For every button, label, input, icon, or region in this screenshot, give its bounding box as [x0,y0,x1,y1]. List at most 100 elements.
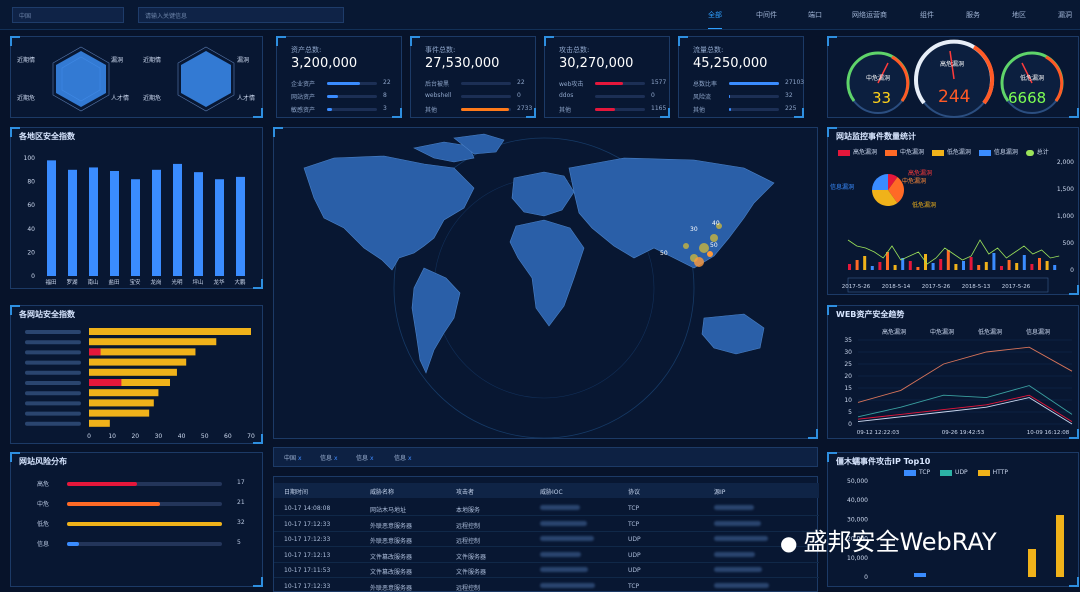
table-cell: 文件篡改服务器 [370,553,413,561]
table-header: 日期时间 威胁名称 攻击者 威胁IOC 协议 源IP [274,483,819,498]
stat-row-value: 225 [785,105,797,112]
bar [1000,266,1003,270]
radar-label: 近期情 [17,57,36,64]
risk-value: 5 [237,539,241,546]
x-tick-label: 40 [178,433,186,440]
y-tick-label: 100 [24,155,36,162]
x-tick-label: 30 [155,433,163,440]
bar [89,167,98,276]
y-tick-label: 1,500 [1057,186,1074,193]
bar [89,368,177,376]
site-name-redacted [25,350,81,355]
nav-all[interactable]: 全部 [708,10,722,29]
bar [1056,515,1064,577]
stat-row-value: 32 [785,92,793,99]
table-cell-redacted [540,551,581,559]
gauge-label: 中危漏洞 [866,75,891,82]
col-header: 日期时间 [284,489,309,496]
gauge-label: 低危漏洞 [1020,75,1045,82]
pie-label: 低危漏洞 [912,202,937,209]
nav-middleware[interactable]: 中间件 [756,10,777,20]
nav-port[interactable]: 端口 [808,10,822,20]
bar [878,262,882,270]
bar [110,170,119,276]
table-row[interactable]: 10-17 17:12:33 外联恶意服务器 远程控制 UDP [274,532,819,547]
gauge-value: 6668 [1008,89,1047,107]
tab-china[interactable]: 中国 x [284,453,302,462]
table-cell: UDP [628,536,641,543]
y-tick-label: 25 [844,361,852,368]
monitor-events-panel: 网站监控事件数量统计 高危漏洞 中危漏洞 低危漏洞 信息漏洞 总计 2,000 1… [827,127,1079,295]
stat-row-label: web攻击 [559,81,584,88]
stat-bar-track [595,95,645,98]
stat-bar-fill [729,95,730,98]
risk-label: 中危 [37,501,50,508]
stat-bar-fill [729,108,731,111]
bar [914,573,926,577]
table-row[interactable]: 10-17 17:12:13 文件篡改服务器 文件服务器 UDP [274,548,819,563]
bar [194,172,203,276]
stat-row-value: 22 [383,79,391,86]
bar [1028,549,1036,577]
table-row[interactable]: 10-17 17:11:53 文件篡改服务器 文件服务器 UDP [274,563,819,578]
nav-vuln[interactable]: 漏洞 [1058,10,1072,20]
attack-ip-top10-panel: 僵木蠕事件攻击IP Top10 TCP UDP HTTP 50,000 40,00… [827,452,1079,587]
nav-component[interactable]: 组件 [920,10,934,20]
col-header: 威胁名称 [370,489,395,496]
tab-info[interactable]: 信息 x [320,453,338,462]
bar [173,163,182,276]
bar [131,179,140,276]
site-name-redacted [25,381,81,385]
risk-bar-fill [67,502,160,506]
y-tick-label: 0 [31,273,35,280]
x-tick-label: 南山 [87,278,98,286]
bar [1038,258,1041,270]
risk-label: 信息 [37,541,50,548]
table-row[interactable]: 10-17 17:12:33 外联恶意服务器 远程控制 TCP [274,517,819,532]
y-tick-label: 15 [844,385,852,392]
tab-info[interactable]: 信息 x [356,453,374,462]
bar [89,358,187,366]
table-cell: UDP [628,551,641,559]
nav-service[interactable]: 服务 [966,10,980,20]
bar [984,262,988,270]
table-cell: UDP [628,567,641,574]
stat-value: 30,270,000 [559,56,634,71]
y-tick-label: 10 [844,397,852,404]
table-cell: 10-17 17:12:13 [284,551,331,559]
stat-row-label: 总数比率 [693,81,718,88]
world-map[interactable] [274,128,819,440]
stat-row-value: 1165 [651,105,667,112]
panel-title: 网站风险分布 [19,457,67,466]
stat-card: 流量总数: 45,250,000 总数比率 27103 风险流 32 其他 225 [678,36,804,118]
stat-row-label: ddos [559,92,574,99]
tab-info[interactable]: 信息 x [394,453,412,462]
keyword-search-input[interactable]: 请输入关键信息 [138,7,344,23]
date-label: 2018-5-13 [962,284,991,290]
filter-tabs: 中国 x 信息 x 信息 x 信息 x [273,447,818,467]
table-row[interactable]: 10-17 14:08:08 网站木马地址 本地服务 TCP [274,501,819,516]
y-tick-label: 0 [848,421,852,428]
pie-label: 信息漏洞 [830,184,855,191]
table-cell: 10-17 17:12:33 [284,520,331,528]
region-input[interactable]: 中国 [12,7,124,23]
table-cell: 10-17 17:12:33 [284,582,331,590]
table-row[interactable]: 10-17 17:12:33 外联恶意服务器 远程控制 TCP [274,579,819,592]
y-tick-label: 20 [27,249,35,256]
stat-label: 攻击总数: [559,46,590,54]
bar [1015,263,1019,270]
nav-region[interactable]: 地区 [1012,10,1026,20]
risk-distribution-panel: 网站风险分布 高危 17 中危 21 低危 32 信息 5 [10,452,263,587]
nav-isp[interactable]: 网络运营商 [852,10,887,20]
bar [855,260,859,270]
table-cell: 远程控制 [456,538,481,545]
risk-row: 低危 32 [37,519,245,529]
stat-row-value: 22 [517,79,525,86]
table-cell: TCP [628,582,640,590]
stat-row-label: 其他 [559,107,572,114]
bar [89,348,196,356]
stat-bar-track [595,108,645,111]
bar [916,267,920,270]
stat-row: webshell 0 [425,92,525,100]
bar [1030,264,1034,270]
